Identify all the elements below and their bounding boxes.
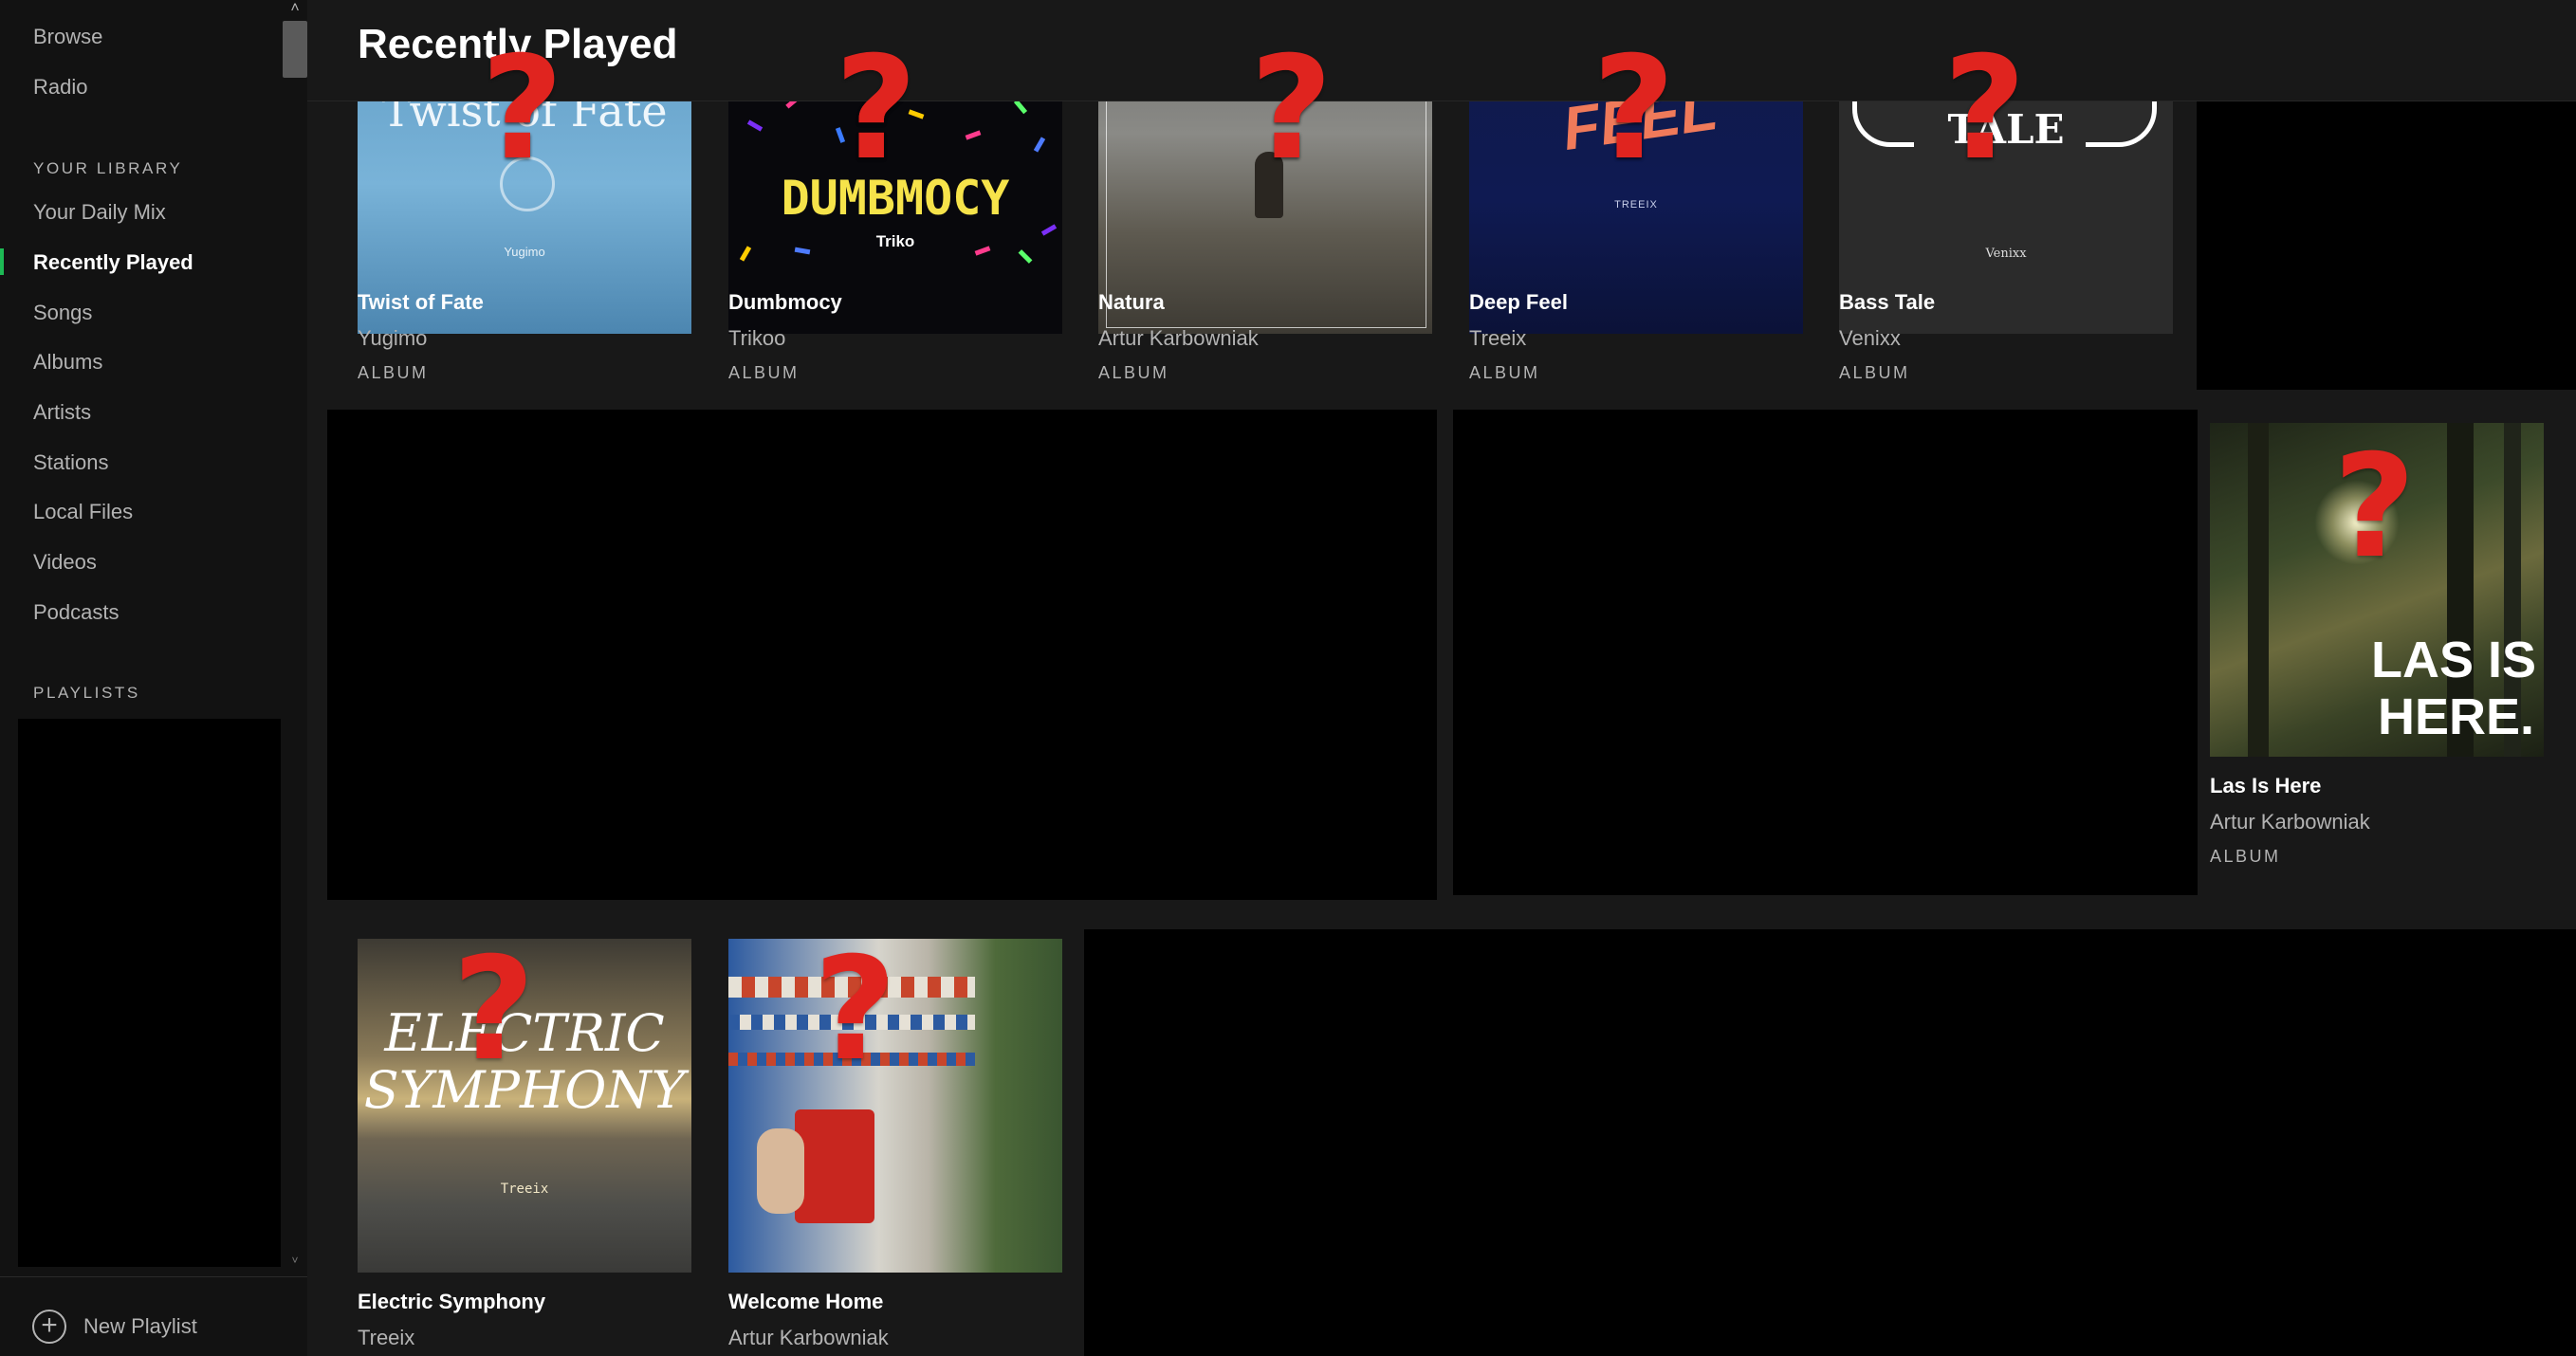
sidebar-item-radio[interactable]: Radio	[33, 73, 87, 101]
album-title[interactable]: Welcome Home	[728, 1290, 883, 1314]
album-artist[interactable]: Treeix	[358, 1326, 414, 1350]
new-playlist-label: New Playlist	[83, 1314, 197, 1338]
question-mark-overlay: ?	[835, 27, 918, 192]
album-type-label: ALBUM	[1469, 363, 1540, 382]
album-title[interactable]: Deep Feel	[1469, 290, 1568, 315]
question-mark-overlay: ?	[1943, 27, 2027, 192]
album-type-label: ALBUM	[2210, 847, 2281, 866]
new-playlist-button[interactable]: + New Playlist	[32, 1307, 197, 1347]
album-cover[interactable]: LAS IS HERE. ?	[2210, 423, 2544, 757]
cover-artist-text: Triko	[875, 232, 915, 250]
chevron-up-icon[interactable]: ˄	[285, 0, 305, 17]
album-artist[interactable]: Yugimo	[358, 326, 427, 351]
sidebar-item-videos[interactable]: Videos	[33, 548, 97, 577]
chevron-down-icon[interactable]: ˅	[285, 1254, 305, 1267]
album-title[interactable]: Natura	[1098, 290, 1165, 315]
question-mark-overlay: ?	[1592, 27, 1676, 192]
album-title[interactable]: Bass Tale	[1839, 290, 1935, 315]
sidebar-item-your-daily-mix[interactable]: Your Daily Mix	[33, 198, 166, 227]
sidebar-item-podcasts[interactable]: Podcasts	[33, 598, 120, 627]
album-title[interactable]: Las Is Here	[2210, 774, 2321, 798]
sidebar-item-local-files[interactable]: Local Files	[33, 498, 133, 526]
scrollbar-thumb[interactable]	[283, 21, 307, 78]
playlist-list	[18, 719, 307, 1267]
sidebar: Browse Radio YOUR LIBRARY Your Daily Mix…	[0, 0, 307, 1356]
redacted-region	[327, 410, 1437, 900]
album-type-label: ALBUM	[1839, 363, 1910, 382]
sidebar-item-stations[interactable]: Stations	[33, 449, 109, 477]
album-artist[interactable]: Artur Karbowniak	[2210, 810, 2370, 834]
album-cover[interactable]: ?	[728, 939, 1062, 1273]
sidebar-item-browse[interactable]: Browse	[33, 23, 102, 51]
album-artist[interactable]: Artur Karbowniak	[1098, 326, 1259, 351]
sidebar-item-artists[interactable]: Artists	[33, 398, 91, 427]
sidebar-scrollbar[interactable]	[281, 0, 307, 1271]
sidebar-divider	[0, 1276, 307, 1277]
sidebar-item-songs[interactable]: Songs	[33, 299, 92, 327]
question-mark-overlay: ?	[452, 939, 536, 1092]
cover-title-text: LAS IS	[2371, 632, 2537, 688]
album-type-label: ALBUM	[358, 363, 429, 382]
page-header: Recently Played	[307, 0, 2576, 101]
cover-artist-text: Venixx	[1985, 247, 2027, 261]
album-type-label: ALBUM	[1098, 363, 1169, 382]
question-mark-overlay: ?	[481, 27, 564, 192]
album-cover[interactable]: ELECTRIC SYMPHONY Treeix ?	[358, 939, 691, 1273]
album-title[interactable]: Twist of Fate	[358, 290, 484, 315]
sidebar-item-albums[interactable]: Albums	[33, 348, 102, 376]
album-type-label: ALBUM	[728, 363, 800, 382]
redacted-region	[1453, 410, 2198, 895]
cover-title-text: HERE.	[2377, 688, 2534, 745]
plus-circle-icon: +	[32, 1310, 66, 1344]
cover-artist-text: TREEIX	[1614, 199, 1658, 211]
question-mark-overlay: ?	[1250, 27, 1334, 192]
your-library-heading: YOUR LIBRARY	[33, 159, 183, 177]
question-mark-overlay: ?	[814, 939, 897, 1092]
album-artist[interactable]: Venixx	[1839, 326, 1901, 351]
playlists-heading: PLAYLISTS	[33, 684, 140, 702]
album-title[interactable]: Dumbmocy	[728, 290, 842, 315]
album-title[interactable]: Electric Symphony	[358, 1290, 545, 1314]
question-mark-overlay: ?	[2333, 425, 2417, 590]
album-artist[interactable]: Trikoo	[728, 326, 785, 351]
active-indicator	[0, 248, 4, 275]
redacted-region	[1084, 929, 2576, 1356]
album-artist[interactable]: Artur Karbowniak	[728, 1326, 889, 1350]
album-artist[interactable]: Treeix	[1469, 326, 1526, 351]
sidebar-item-recently-played[interactable]: Recently Played	[33, 248, 193, 277]
cover-artist-text: Yugimo	[504, 245, 545, 259]
cover-artist-text: Treeix	[500, 1182, 549, 1197]
